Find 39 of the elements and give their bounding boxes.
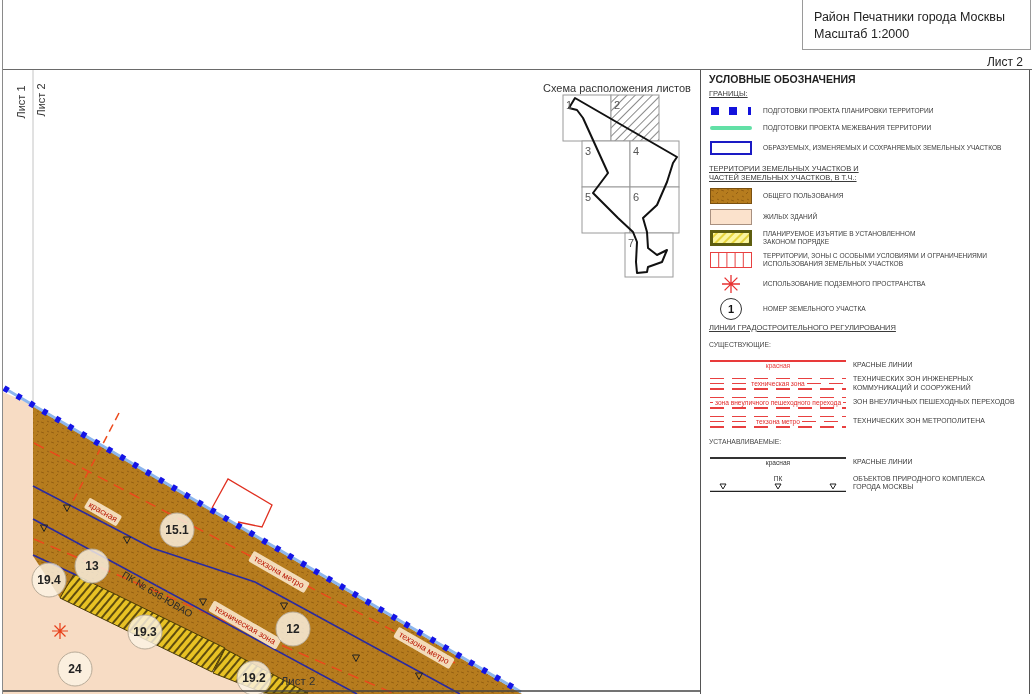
parcel-number-label: 13 (74, 548, 110, 584)
sheet-number-label: Лист 2 (986, 55, 1023, 69)
scale-label: Масштаб 1:2000 (814, 26, 911, 43)
rectangle-outline-icon (710, 140, 752, 155)
parcel-number-label: 19.3 (127, 614, 163, 650)
legend-title: УСЛОВНЫЕ ОБОЗНАЧЕНИЯ (709, 73, 857, 86)
triangle-icon (280, 602, 288, 610)
square-dash-line-icon (710, 106, 752, 115)
dashed-line (806, 382, 846, 385)
striped-swatch-icon (710, 251, 752, 268)
sheet-number: 4 (633, 145, 640, 157)
triangle-icon (123, 536, 131, 544)
triangle-icon (199, 598, 207, 606)
sheet-side-label: Лист 2 (34, 83, 47, 117)
triangle-icon (40, 524, 48, 532)
parcel-number-label: 19.2 (236, 660, 272, 694)
sheet-side-label: Лист 1 (14, 85, 27, 119)
asterisk-icon (722, 274, 740, 293)
parcel-number-label: 12 (275, 611, 311, 647)
plot-outline (211, 478, 273, 528)
marker-line-icon (710, 482, 846, 492)
boundary-line-icon (710, 125, 752, 130)
sheet-number: 7 (628, 237, 635, 249)
scheme-title: Схема расположения листов (543, 82, 691, 94)
triangle-icon (63, 504, 71, 512)
textured-swatch-icon (710, 187, 752, 204)
parcel-number-label: 24 (57, 651, 93, 687)
sheet-number: 5 (585, 191, 592, 203)
parcel-number-label: 15.1 (159, 512, 195, 548)
hatched-swatch-icon (710, 230, 752, 246)
sheet-number: 3 (585, 145, 592, 157)
sheet-number: 6 (633, 191, 640, 203)
parcel-number-label: 19.4 (31, 562, 67, 598)
swatch-icon (710, 208, 752, 225)
district-title: Район Печатники города Москвы (814, 9, 1006, 26)
asterisk-icon (51, 622, 69, 640)
triangle-icon (352, 654, 360, 662)
triangle-icon (415, 672, 423, 680)
sheet-map-label: Лист 2 (280, 675, 316, 688)
